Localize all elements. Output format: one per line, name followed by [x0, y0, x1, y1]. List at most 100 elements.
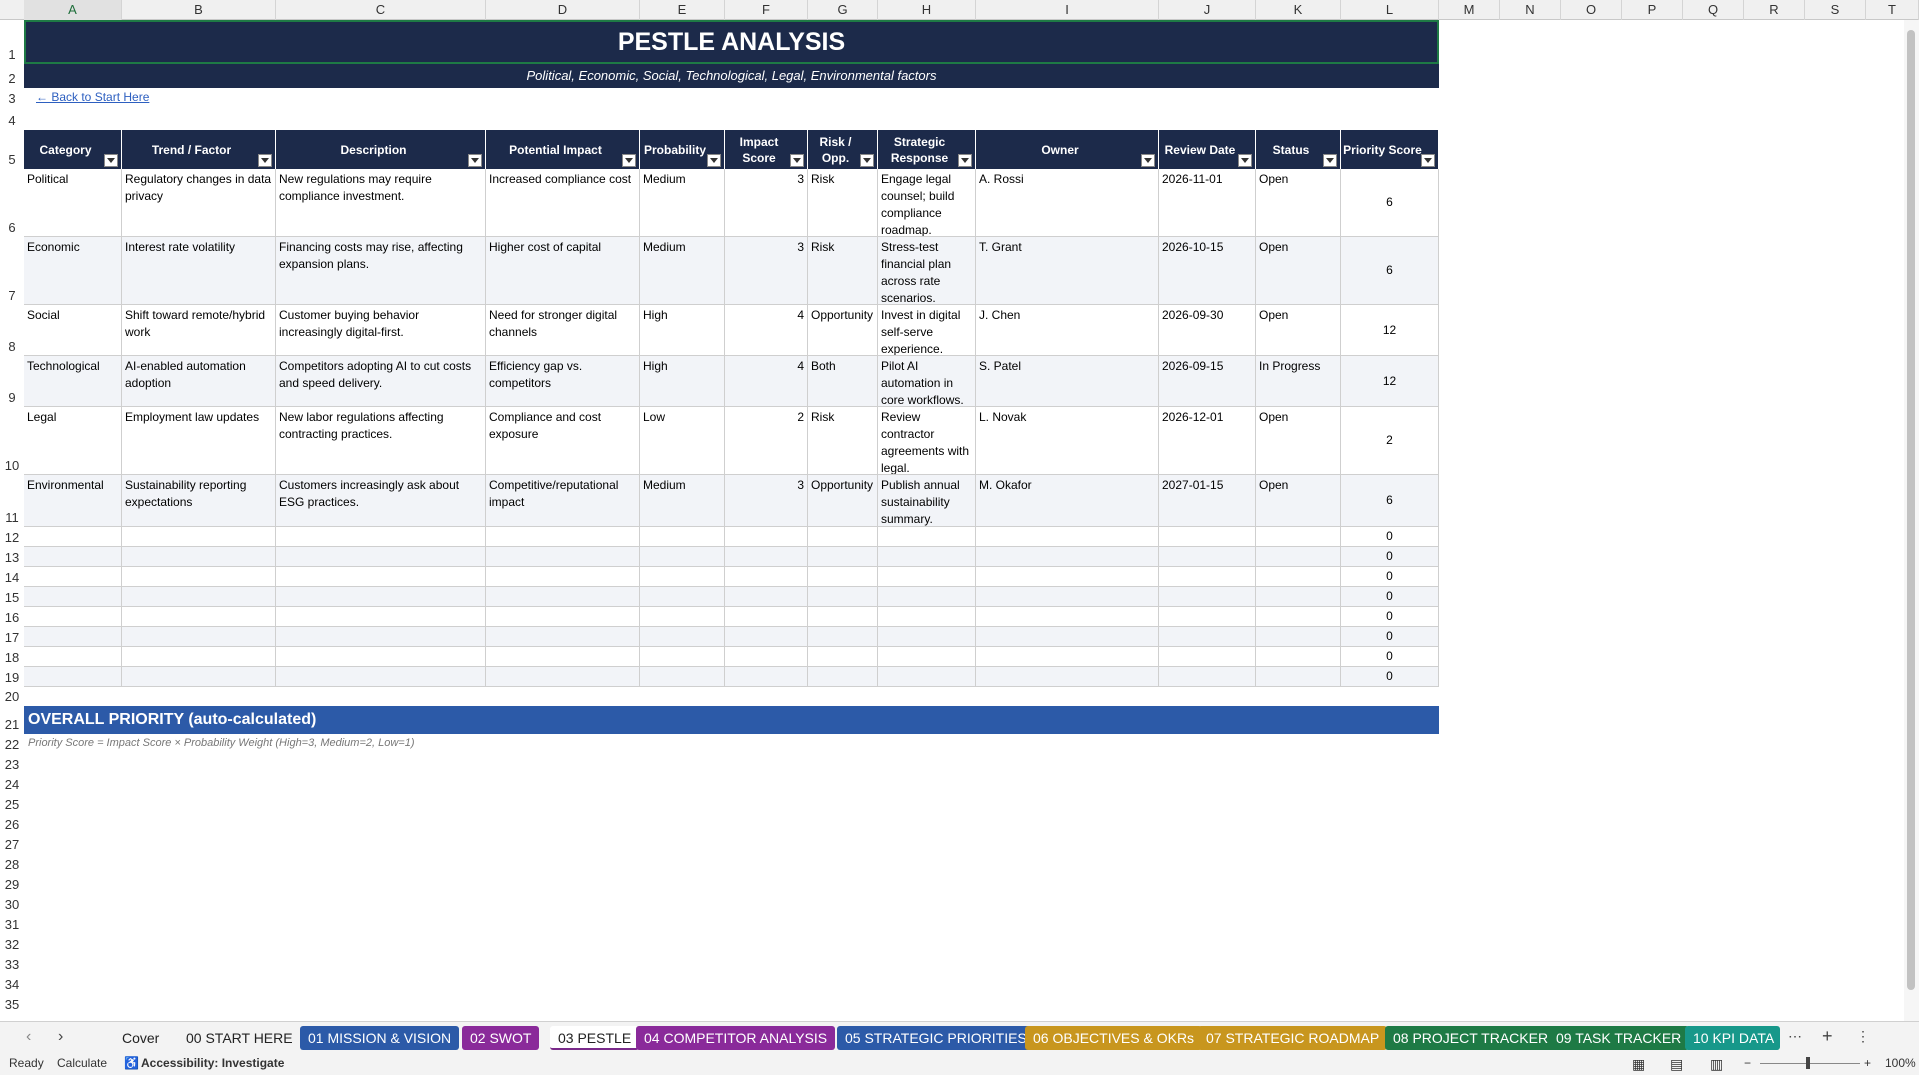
cell-category[interactable]: Economic [24, 237, 122, 305]
row-header-25[interactable]: 25 [0, 797, 24, 814]
empty-cell[interactable] [1159, 587, 1256, 607]
empty-cell[interactable] [725, 627, 808, 647]
empty-cell[interactable] [640, 647, 725, 667]
cell-potential-impact[interactable]: Higher cost of capital [486, 237, 640, 305]
filter-dropdown-icon[interactable] [958, 154, 972, 167]
empty-cell[interactable] [24, 627, 122, 647]
filter-dropdown-icon[interactable] [468, 154, 482, 167]
cell-review-date[interactable]: 2026-12-01 [1159, 407, 1256, 475]
empty-cell[interactable] [24, 547, 122, 567]
empty-cell[interactable] [808, 567, 878, 587]
row-header-17[interactable]: 17 [0, 630, 24, 647]
cell-probability[interactable]: Medium [640, 237, 725, 305]
empty-cell[interactable] [276, 587, 486, 607]
row-header-5[interactable]: 5 [0, 152, 24, 169]
cell-trend-factor[interactable]: Employment law updates [122, 407, 276, 475]
row-header-35[interactable]: 35 [0, 997, 24, 1014]
empty-cell[interactable] [1159, 607, 1256, 627]
empty-cell[interactable] [976, 587, 1159, 607]
cell-priority-score[interactable]: 0 [1341, 607, 1439, 627]
empty-cell[interactable] [24, 667, 122, 687]
cell-risk-opp[interactable]: Risk [808, 169, 878, 237]
column-header-b[interactable]: B [122, 0, 276, 20]
cell-risk-opp[interactable]: Opportunity [808, 475, 878, 527]
sheet-tab-06-objectives-okrs[interactable]: 06 OBJECTIVES & OKRs [1025, 1026, 1203, 1050]
cell-strategic-response[interactable]: Publish annual sustainability summary. [878, 475, 976, 527]
empty-cell[interactable] [878, 647, 976, 667]
row-header-19[interactable]: 19 [0, 670, 24, 687]
empty-cell[interactable] [640, 587, 725, 607]
empty-cell[interactable] [122, 607, 276, 627]
empty-cell[interactable] [808, 607, 878, 627]
empty-cell[interactable] [725, 567, 808, 587]
cell-probability[interactable]: Medium [640, 475, 725, 527]
filter-dropdown-icon[interactable] [1323, 154, 1337, 167]
cell-strategic-response[interactable]: Review contractor agreements with legal. [878, 407, 976, 475]
row-header-16[interactable]: 16 [0, 610, 24, 627]
cell-risk-opp[interactable]: Risk [808, 237, 878, 305]
more-sheets-icon[interactable]: ⋯ [1788, 1028, 1802, 1045]
cell-potential-impact[interactable]: Compliance and cost exposure [486, 407, 640, 475]
cell-priority-score[interactable]: 0 [1341, 587, 1439, 607]
zoom-in-icon[interactable]: + [1864, 1056, 1871, 1070]
cell-priority-score[interactable]: 0 [1341, 667, 1439, 687]
empty-cell[interactable] [486, 607, 640, 627]
empty-cell[interactable] [1159, 567, 1256, 587]
empty-cell[interactable] [1256, 547, 1341, 567]
cell-category[interactable]: Environmental [24, 475, 122, 527]
empty-cell[interactable] [122, 587, 276, 607]
empty-cell[interactable] [122, 527, 276, 547]
cell-owner[interactable]: A. Rossi [976, 169, 1159, 237]
cell-description[interactable]: New labor regulations affecting contract… [276, 407, 486, 475]
empty-cell[interactable] [976, 667, 1159, 687]
empty-cell[interactable] [276, 567, 486, 587]
empty-cell[interactable] [276, 547, 486, 567]
empty-cell[interactable] [122, 667, 276, 687]
cell-review-date[interactable]: 2026-11-01 [1159, 169, 1256, 237]
prev-sheet-icon[interactable]: ‹ [26, 1028, 31, 1046]
page-layout-icon[interactable]: ▤ [1670, 1056, 1683, 1073]
cell-priority-score[interactable]: 12 [1341, 305, 1439, 356]
normal-view-icon[interactable]: ▦ [1632, 1056, 1645, 1073]
column-header-d[interactable]: D [486, 0, 640, 20]
row-header-31[interactable]: 31 [0, 917, 24, 934]
cell-description[interactable]: Competitors adopting AI to cut costs and… [276, 356, 486, 407]
empty-cell[interactable] [122, 647, 276, 667]
empty-cell[interactable] [1159, 647, 1256, 667]
sheet-tab-07-strategic-roadmap[interactable]: 07 STRATEGIC ROADMAP [1198, 1026, 1388, 1050]
empty-cell[interactable] [276, 527, 486, 547]
column-header-a[interactable]: A [24, 0, 122, 20]
empty-cell[interactable] [878, 587, 976, 607]
empty-cell[interactable] [1256, 607, 1341, 627]
zoom-slider-handle[interactable] [1806, 1057, 1810, 1069]
empty-cell[interactable] [878, 547, 976, 567]
row-header-32[interactable]: 32 [0, 937, 24, 954]
zoom-level[interactable]: 100% [1885, 1056, 1916, 1070]
cell-priority-score[interactable]: 6 [1341, 169, 1439, 237]
cell-owner[interactable]: T. Grant [976, 237, 1159, 305]
filter-dropdown-icon[interactable] [1238, 154, 1252, 167]
empty-cell[interactable] [1256, 587, 1341, 607]
sheet-title[interactable]: PESTLE ANALYSIS [24, 20, 1439, 64]
cell-priority-score[interactable]: 2 [1341, 407, 1439, 475]
empty-cell[interactable] [725, 547, 808, 567]
empty-cell[interactable] [1256, 527, 1341, 547]
cell-risk-opp[interactable]: Risk [808, 407, 878, 475]
cell-probability[interactable]: High [640, 356, 725, 407]
cell-probability[interactable]: High [640, 305, 725, 356]
empty-cell[interactable] [486, 667, 640, 687]
sheet-tab-03-pestle[interactable]: 03 PESTLE [550, 1026, 640, 1050]
empty-cell[interactable] [1159, 527, 1256, 547]
cell-priority-score[interactable]: 6 [1341, 237, 1439, 305]
column-header-h[interactable]: H [878, 0, 976, 20]
empty-cell[interactable] [976, 567, 1159, 587]
column-header-f[interactable]: F [725, 0, 808, 20]
empty-cell[interactable] [976, 527, 1159, 547]
empty-cell[interactable] [486, 647, 640, 667]
empty-cell[interactable] [1256, 667, 1341, 687]
page-break-icon[interactable]: ▥ [1710, 1056, 1723, 1073]
cell-impact-score[interactable]: 4 [725, 305, 808, 356]
empty-cell[interactable] [1159, 667, 1256, 687]
cell-priority-score[interactable]: 0 [1341, 527, 1439, 547]
empty-cell[interactable] [486, 587, 640, 607]
